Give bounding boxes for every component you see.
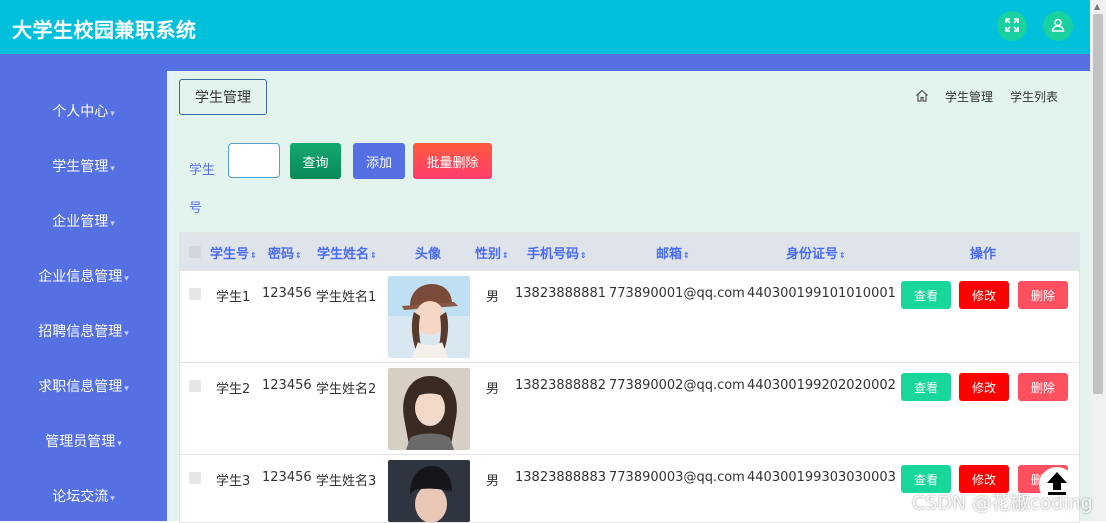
sidebar-item-recruitment-info[interactable]: 招聘信息管理 ▾ <box>0 321 167 341</box>
sidebar: 个人中心 ▾ 学生管理 ▾ 企业管理 ▾ 企业信息管理 ▾ 招聘信息管理 ▾ 求职信息管理… <box>0 71 167 521</box>
chevron-down-icon: ▾ <box>110 164 115 174</box>
column-header-password[interactable]: 密码⇕ <box>268 243 302 262</box>
sort-icon: ⇕ <box>683 251 690 260</box>
sidebar-item-job-seeking-info[interactable]: 求职信息管理 ▾ <box>0 376 167 396</box>
column-header-phone[interactable]: 手机号码⇕ <box>527 243 587 262</box>
column-header-name[interactable]: 学生姓名⇕ <box>317 243 377 262</box>
column-header-id-card[interactable]: 身份证号⇕ <box>786 243 846 262</box>
page-title: 学生管理 <box>179 79 267 115</box>
search-input[interactable] <box>228 143 280 178</box>
cell-phone: 13823888881 <box>515 286 606 301</box>
top-header: 大学生校园兼职系统 <box>0 0 1090 54</box>
table-row: 学生2 123456 学生姓名2 男 13823888882 773890002… <box>180 362 1079 455</box>
sort-icon: ⇕ <box>839 251 846 260</box>
sidebar-item-admin-management[interactable]: 管理员管理 ▾ <box>0 431 167 451</box>
search-label: 学生号 <box>189 163 216 216</box>
sidebar-item-enterprise-management[interactable]: 企业管理 ▾ <box>0 211 167 231</box>
cell-email: 773890001@qq.com <box>609 286 745 301</box>
watermark: CSDN @花椒coding <box>912 492 1093 514</box>
cell-student-no: 学生3 <box>216 474 251 489</box>
row-checkbox[interactable] <box>189 288 201 300</box>
delete-button[interactable]: 删除 <box>1018 373 1068 401</box>
chevron-down-icon: ▾ <box>117 439 122 449</box>
view-button[interactable]: 查看 <box>901 373 951 401</box>
chevron-down-icon: ▾ <box>124 274 129 284</box>
edit-button[interactable]: 修改 <box>959 281 1009 309</box>
cell-id-card: 440300199303030003 <box>747 470 896 485</box>
cell-email: 773890002@qq.com <box>609 378 745 393</box>
column-header-email[interactable]: 邮箱⇕ <box>656 243 690 262</box>
column-header-gender[interactable]: 性别⇕ <box>475 243 509 262</box>
chevron-down-icon: ▾ <box>110 494 115 504</box>
sort-icon: ⇕ <box>580 251 587 260</box>
edit-button[interactable]: 修改 <box>959 373 1009 401</box>
cell-gender: 男 <box>486 290 500 305</box>
column-header-student-no[interactable]: 学生号⇕ <box>210 243 257 262</box>
row-checkbox[interactable] <box>189 472 201 484</box>
select-all-checkbox[interactable] <box>189 246 201 258</box>
sort-icon: ⇕ <box>250 251 257 260</box>
sort-icon: ⇕ <box>502 251 509 260</box>
cell-email: 773890003@qq.com <box>609 470 745 485</box>
chevron-down-icon: ▾ <box>124 384 129 394</box>
sidebar-item-student-management[interactable]: 学生管理 ▾ <box>0 156 167 176</box>
cell-name: 学生姓名2 <box>316 382 377 397</box>
column-header-actions: 操作 <box>970 247 997 262</box>
cell-gender: 男 <box>486 382 500 397</box>
cell-id-card: 440300199101010001 <box>747 286 896 301</box>
query-button[interactable]: 查询 <box>290 143 341 179</box>
app-title: 大学生校园兼职系统 <box>12 18 197 42</box>
scrollbar-thumb[interactable] <box>1093 14 1103 394</box>
row-checkbox[interactable] <box>189 380 201 392</box>
avatar-image <box>388 276 470 358</box>
cell-phone: 13823888883 <box>515 470 606 485</box>
chevron-down-icon: ▾ <box>110 109 115 119</box>
avatar-image <box>388 368 470 450</box>
cell-name: 学生姓名1 <box>316 290 377 305</box>
fullscreen-button[interactable] <box>997 11 1027 41</box>
column-header-avatar: 头像 <box>415 247 442 262</box>
breadcrumb-item-current: 学生列表 <box>1010 90 1059 104</box>
cell-gender: 男 <box>486 474 500 489</box>
sidebar-item-enterprise-info[interactable]: 企业信息管理 ▾ <box>0 266 167 286</box>
cell-password: 123456 <box>262 470 312 485</box>
sidebar-item-personal-center[interactable]: 个人中心 ▾ <box>0 101 167 121</box>
expand-icon <box>1005 17 1019 36</box>
cell-student-no: 学生2 <box>216 382 251 397</box>
delete-button[interactable]: 删除 <box>1018 281 1068 309</box>
table-row: 学生1 123456 学生姓名1 男 13823888881 773890001… <box>180 270 1079 363</box>
nav-strip <box>0 54 1090 71</box>
table-header: 学生号⇕ 密码⇕ 学生姓名⇕ 头像 性别⇕ 手机号码⇕ 邮箱⇕ 身份证号⇕ 操作 <box>180 233 1079 270</box>
cell-id-card: 440300199202020002 <box>747 378 896 393</box>
cell-password: 123456 <box>262 378 312 393</box>
chevron-down-icon: ▾ <box>124 329 129 339</box>
avatar-image <box>388 460 470 522</box>
add-button[interactable]: 添加 <box>353 143 405 179</box>
chevron-down-icon: ▾ <box>110 219 115 229</box>
batch-delete-button[interactable]: 批量删除 <box>413 143 492 179</box>
sidebar-item-forum[interactable]: 论坛交流 ▾ <box>0 486 167 506</box>
cell-student-no: 学生1 <box>216 290 251 305</box>
breadcrumb: 学生管理 学生列表 <box>915 88 1058 105</box>
cell-name: 学生姓名3 <box>316 474 377 489</box>
home-icon[interactable] <box>915 89 929 105</box>
user-icon <box>1051 17 1065 36</box>
view-button[interactable]: 查看 <box>901 281 951 309</box>
scroll-up-icon[interactable]: ▲ <box>1094 2 1100 11</box>
cell-password: 123456 <box>262 286 312 301</box>
breadcrumb-item[interactable]: 学生管理 <box>945 88 993 105</box>
sort-icon: ⇕ <box>370 251 377 260</box>
student-table: 学生号⇕ 密码⇕ 学生姓名⇕ 头像 性别⇕ 手机号码⇕ 邮箱⇕ 身份证号⇕ 操作… <box>179 232 1080 523</box>
cell-phone: 13823888882 <box>515 378 606 393</box>
user-menu-button[interactable] <box>1043 11 1073 41</box>
sort-icon: ⇕ <box>295 251 302 260</box>
